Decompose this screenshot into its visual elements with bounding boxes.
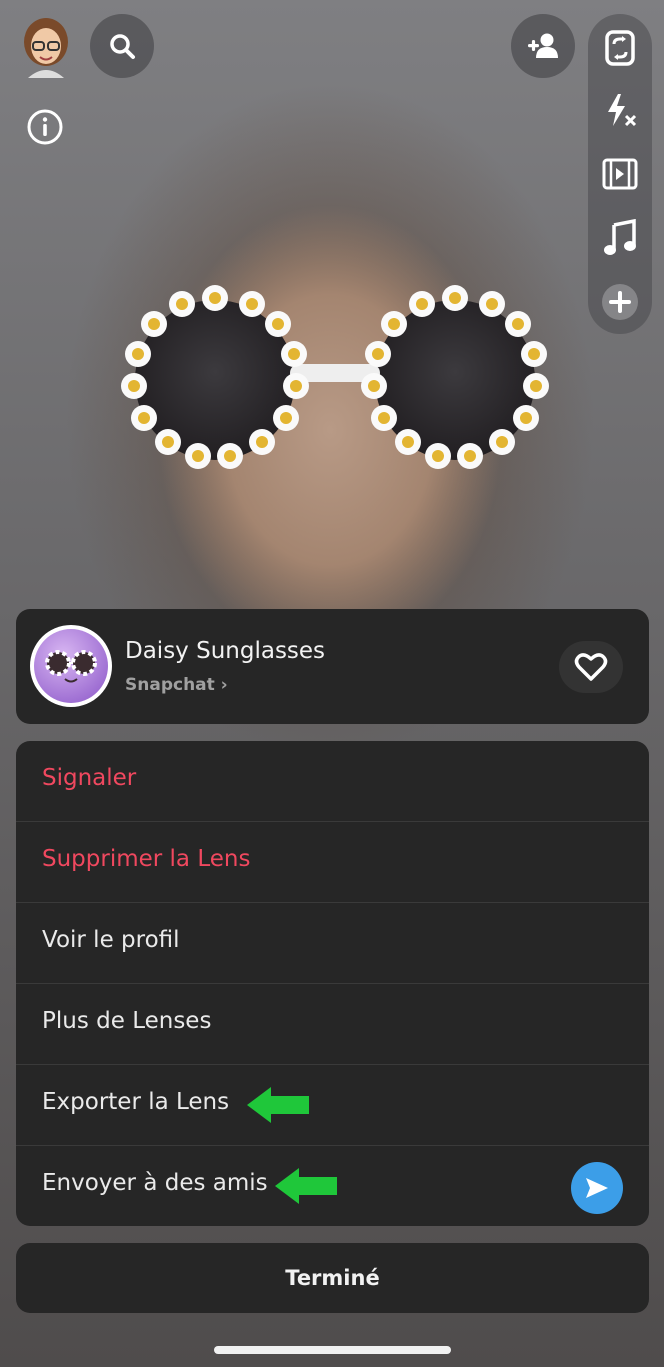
search-button[interactable] [90, 14, 154, 78]
flash-off-icon [608, 94, 637, 127]
menu-item-view-profile[interactable]: Voir le profil [16, 903, 649, 984]
bitmoji-avatar[interactable] [18, 12, 74, 78]
lens-info-card: Daisy Sunglasses Snapchat › [16, 609, 649, 724]
lens-thumbnail [30, 625, 112, 707]
menu-item-label: Plus de Lenses [42, 1008, 212, 1034]
info-button[interactable] [26, 108, 64, 146]
done-button[interactable]: Terminé [16, 1243, 649, 1313]
heart-icon [574, 653, 608, 681]
send-arrow-icon [586, 1178, 608, 1198]
daisy-sunglasses-lens-effect [121, 285, 549, 469]
menu-item-report[interactable]: Signaler [16, 741, 649, 822]
music-button[interactable] [588, 210, 652, 266]
music-note-icon [604, 219, 636, 255]
more-tools-button[interactable] [588, 274, 652, 330]
video-reel-icon [602, 158, 638, 190]
camera-tools-rail [588, 14, 652, 334]
lens-options-menu: Signaler Supprimer la Lens Voir le profi… [16, 741, 649, 1226]
lens-thumbnail-icon [45, 650, 97, 683]
plus-icon [602, 284, 638, 320]
menu-item-send-to-friends[interactable]: Envoyer à des amis [16, 1146, 649, 1226]
search-icon [110, 34, 135, 59]
add-friend-icon [528, 33, 558, 58]
menu-item-more-lenses[interactable]: Plus de Lenses [16, 984, 649, 1065]
favorite-button[interactable] [559, 641, 623, 693]
menu-item-label: Envoyer à des amis [42, 1170, 268, 1196]
menu-item-export-lens[interactable]: Exporter la Lens [16, 1065, 649, 1146]
video-reel-button[interactable] [588, 146, 652, 202]
green-arrow-annotation-icon [275, 1168, 337, 1204]
green-arrow-annotation-icon [247, 1087, 309, 1123]
info-icon [27, 109, 63, 145]
home-indicator[interactable] [214, 1346, 451, 1354]
add-friend-button[interactable] [511, 14, 575, 78]
menu-item-label: Supprimer la Lens [42, 846, 251, 872]
menu-item-label: Signaler [42, 765, 137, 791]
lens-creator-link[interactable]: Snapchat › [125, 675, 228, 695]
menu-item-label: Exporter la Lens [42, 1089, 230, 1115]
send-button[interactable] [571, 1162, 623, 1214]
lens-name: Daisy Sunglasses [125, 638, 326, 664]
flip-camera-button[interactable] [588, 20, 652, 76]
menu-item-label: Voir le profil [42, 927, 180, 953]
bitmoji-avatar-icon [24, 18, 68, 78]
flip-camera-icon [605, 30, 635, 66]
flash-button[interactable] [588, 82, 652, 138]
menu-item-remove-lens[interactable]: Supprimer la Lens [16, 822, 649, 903]
